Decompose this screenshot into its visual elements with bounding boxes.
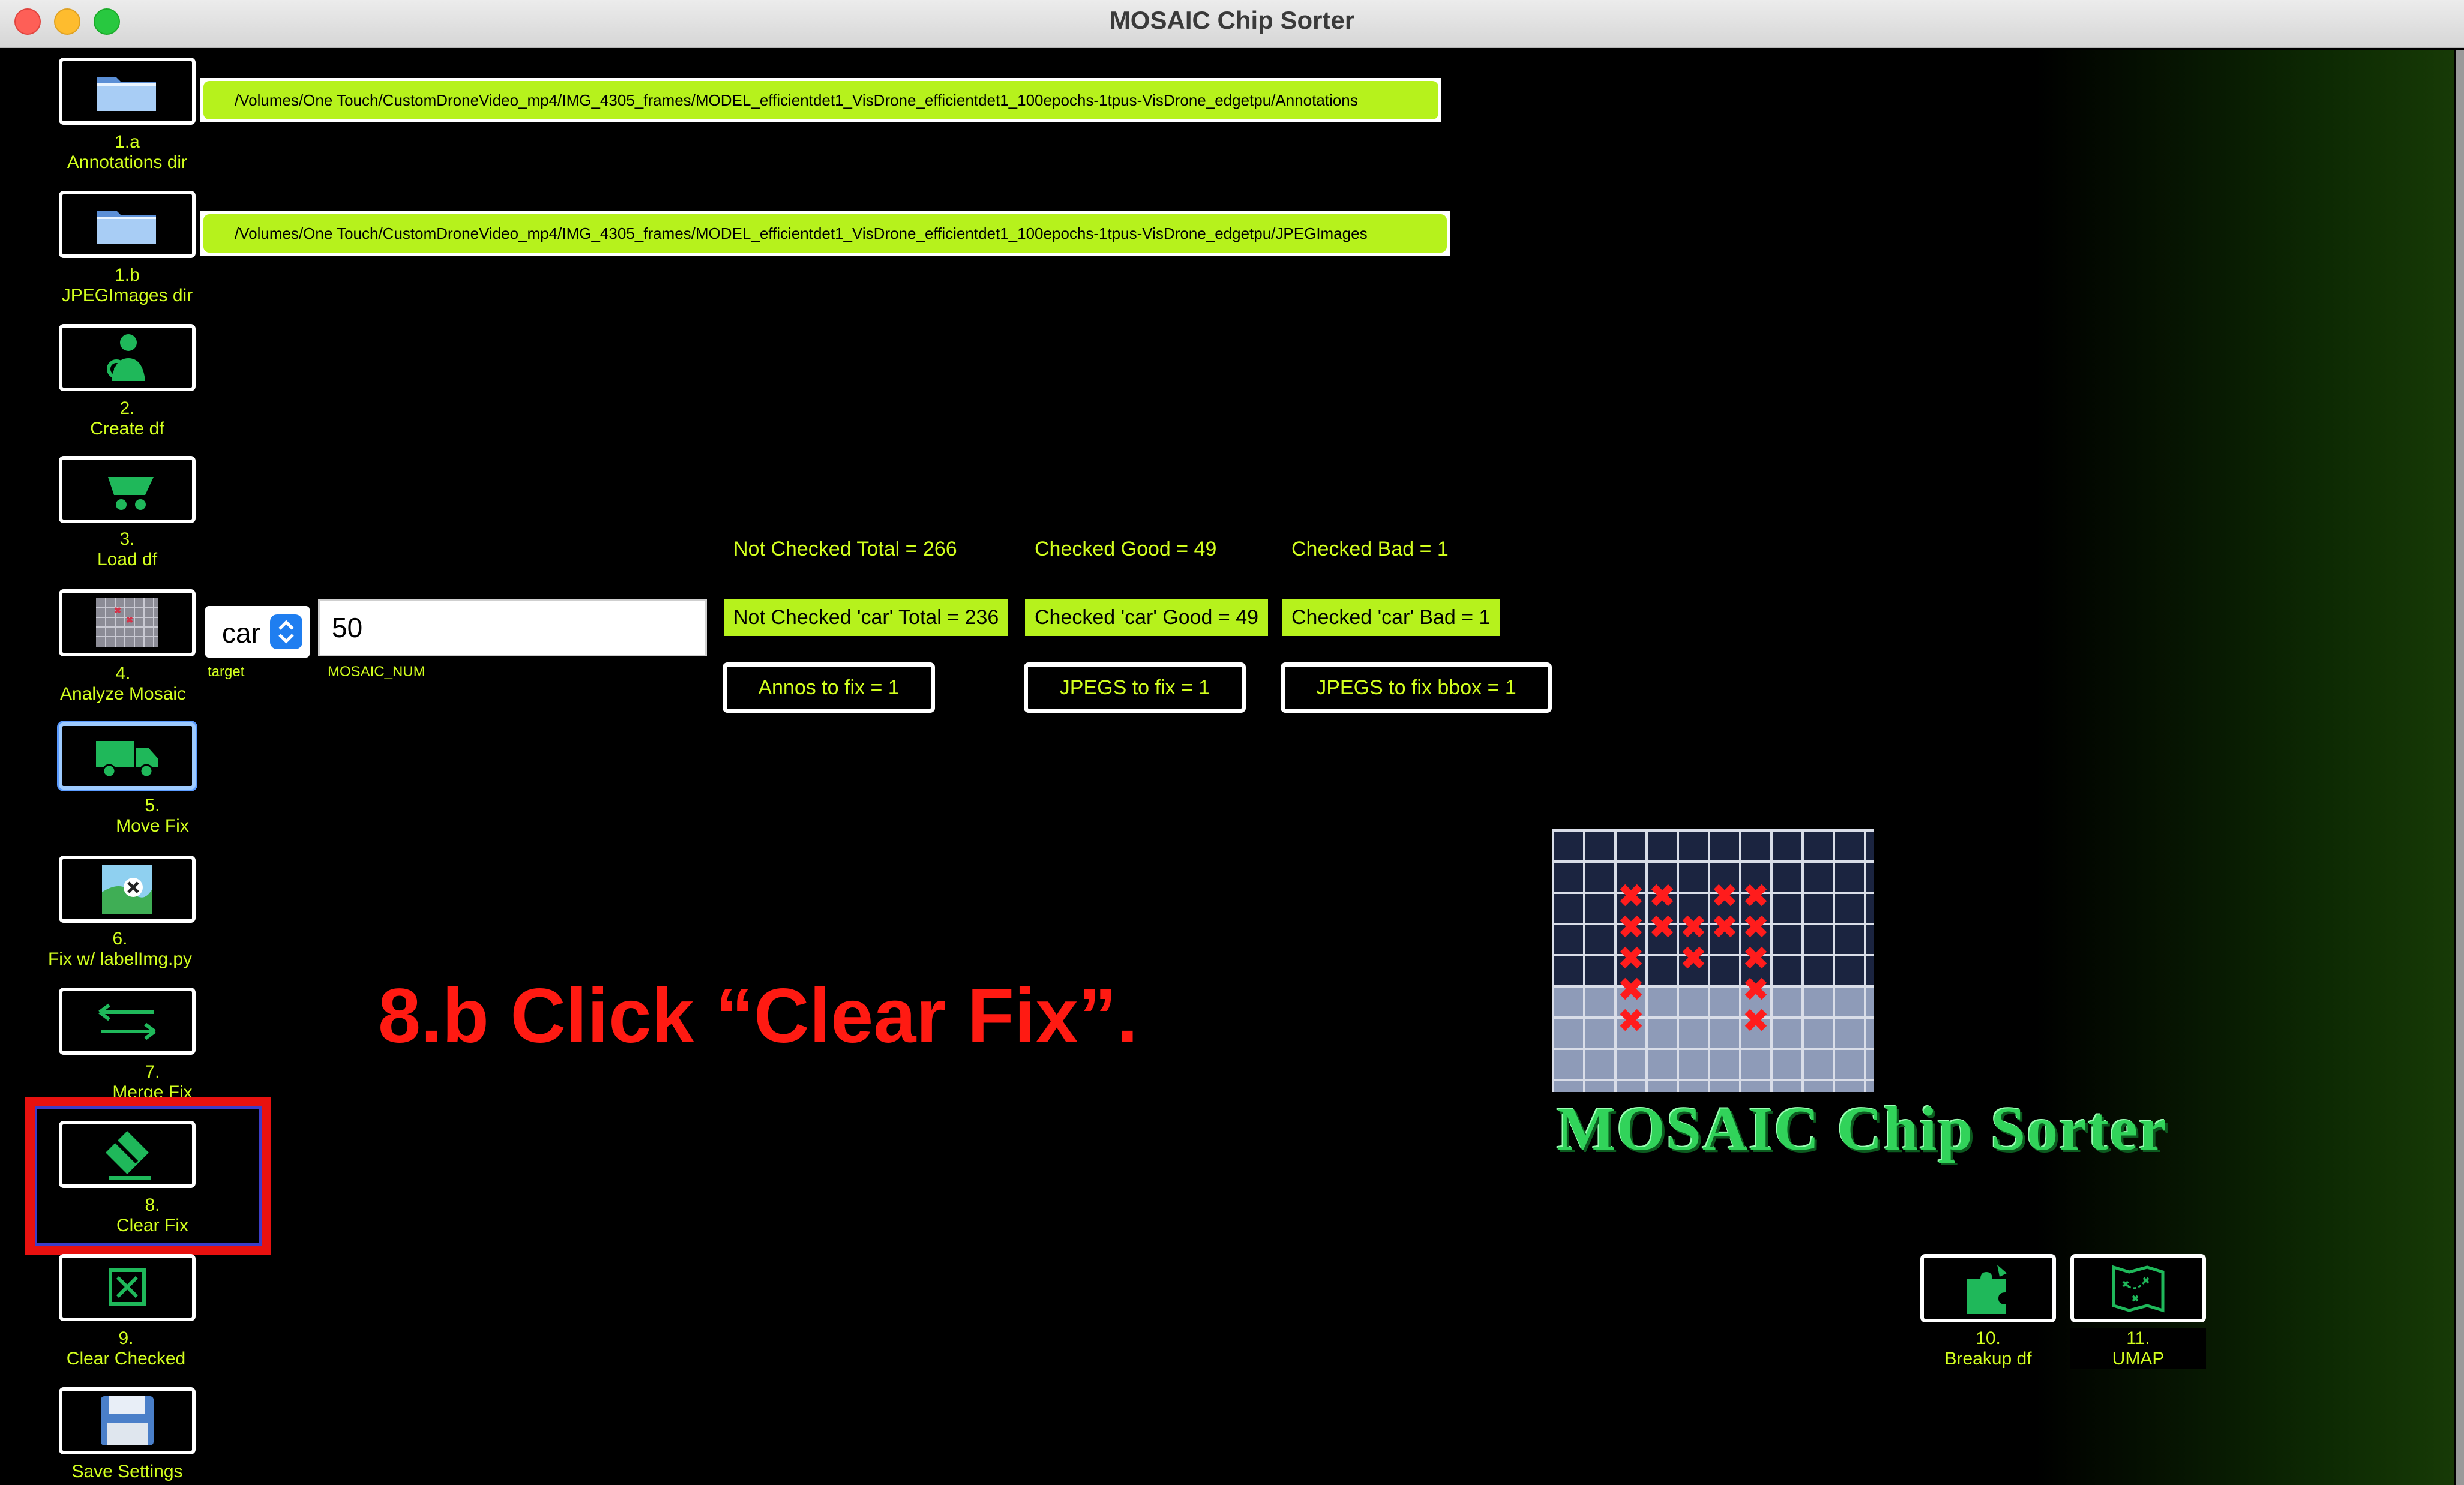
- tool-label-clear-fix: 8. Clear Fix: [116, 1195, 188, 1235]
- tool-label-clear-checked: 9. Clear Checked: [66, 1328, 186, 1369]
- folder-icon: [97, 211, 156, 244]
- tool-label-merge-fix: 7. Merge Fix: [112, 1062, 193, 1102]
- annotations-dir-button[interactable]: [59, 58, 196, 125]
- merge-fix-button[interactable]: [59, 988, 196, 1055]
- wheelbarrow-icon: [97, 477, 154, 510]
- floppy-disk-icon: [101, 1396, 154, 1445]
- clear-fix-button[interactable]: [59, 1121, 196, 1188]
- window-scrollbar[interactable]: [2456, 50, 2464, 1485]
- x-box-icon: [109, 1268, 146, 1306]
- not-checked-total: Not Checked Total = 266: [733, 538, 957, 560]
- window-titlebar: MOSAIC Chip Sorter: [0, 0, 2464, 48]
- save-settings-button[interactable]: [59, 1387, 196, 1454]
- target-select[interactable]: car: [205, 606, 310, 658]
- folder-icon: [97, 77, 156, 111]
- mosaic-logo-image: [1552, 829, 1874, 1092]
- jpegs-to-fix-button[interactable]: JPEGS to fix = 1: [1024, 662, 1246, 713]
- tool-label-fix-labelimg: 6. Fix w/ labelImg.py: [47, 929, 193, 969]
- tool-label-save-settings: Save Settings: [71, 1462, 183, 1481]
- analyze-mosaic-button[interactable]: [59, 589, 196, 656]
- tool-label-move-fix: 5. Move Fix: [116, 796, 189, 836]
- annos-to-fix-button[interactable]: Annos to fix = 1: [723, 662, 935, 713]
- load-df-button[interactable]: [59, 456, 196, 523]
- tool-label-create-df: 2. Create df: [90, 398, 164, 439]
- not-checked-car-total: Not Checked 'car' Total = 236: [724, 599, 1009, 636]
- checked-good: Checked Good = 49: [1035, 538, 1217, 560]
- annotations-path-field[interactable]: /Volumes/One Touch/CustomDroneVideo_mp4/…: [200, 78, 1441, 122]
- tool-label-load-df: 3. Load df: [97, 529, 158, 569]
- logo-title: MOSAIC Chip Sorter: [1557, 1094, 2168, 1163]
- tool-label-annotations-dir: 1.a Annotations dir: [67, 132, 188, 172]
- checked-bad: Checked Bad = 1: [1291, 538, 1449, 560]
- clear-checked-button[interactable]: [59, 1254, 196, 1321]
- instruction-annotation: 8.b Click “Clear Fix”.: [378, 973, 1138, 1059]
- jpegs-to-fix-bbox-button[interactable]: JPEGS to fix bbox = 1: [1281, 662, 1552, 713]
- eraser-icon: [106, 1131, 151, 1180]
- tool-label-umap: 11. UMAP: [2070, 1328, 2206, 1369]
- tool-label-analyze-mosaic: 4. Analyze Mosaic: [59, 664, 187, 704]
- map-edit-icon: [102, 865, 152, 914]
- select-arrows-icon: [270, 614, 302, 649]
- checked-car-good: Checked 'car' Good = 49: [1025, 599, 1269, 636]
- person-gear-icon: [107, 334, 145, 381]
- breakup-df-button[interactable]: [1920, 1254, 2056, 1322]
- umap-button[interactable]: [2070, 1254, 2206, 1322]
- fix-labelimg-button[interactable]: [59, 856, 196, 923]
- swap-arrows-icon: [98, 1003, 156, 1040]
- mosaic-thumbnail-icon: [96, 598, 158, 647]
- jpegimages-dir-button[interactable]: [59, 191, 196, 258]
- mosaic-num-input[interactable]: [318, 599, 707, 656]
- checked-car-bad: Checked 'car' Bad = 1: [1282, 599, 1500, 636]
- jpegimages-path-field[interactable]: /Volumes/One Touch/CustomDroneVideo_mp4/…: [200, 211, 1450, 256]
- truck-icon: [96, 741, 158, 778]
- move-fix-button[interactable]: [59, 722, 196, 790]
- tool-label-jpegimages-dir: 1.b JPEGImages dir: [61, 265, 193, 305]
- target-label: target: [208, 664, 245, 680]
- puzzle-icon: [1967, 1265, 2007, 1314]
- map-plot-icon: [2112, 1265, 2165, 1313]
- tool-label-breakup-df: 10. Breakup df: [1944, 1328, 2032, 1369]
- window-title: MOSAIC Chip Sorter: [1109, 6, 1355, 34]
- mosaic-num-label: MOSAIC_NUM: [328, 664, 425, 680]
- create-df-button[interactable]: [59, 324, 196, 391]
